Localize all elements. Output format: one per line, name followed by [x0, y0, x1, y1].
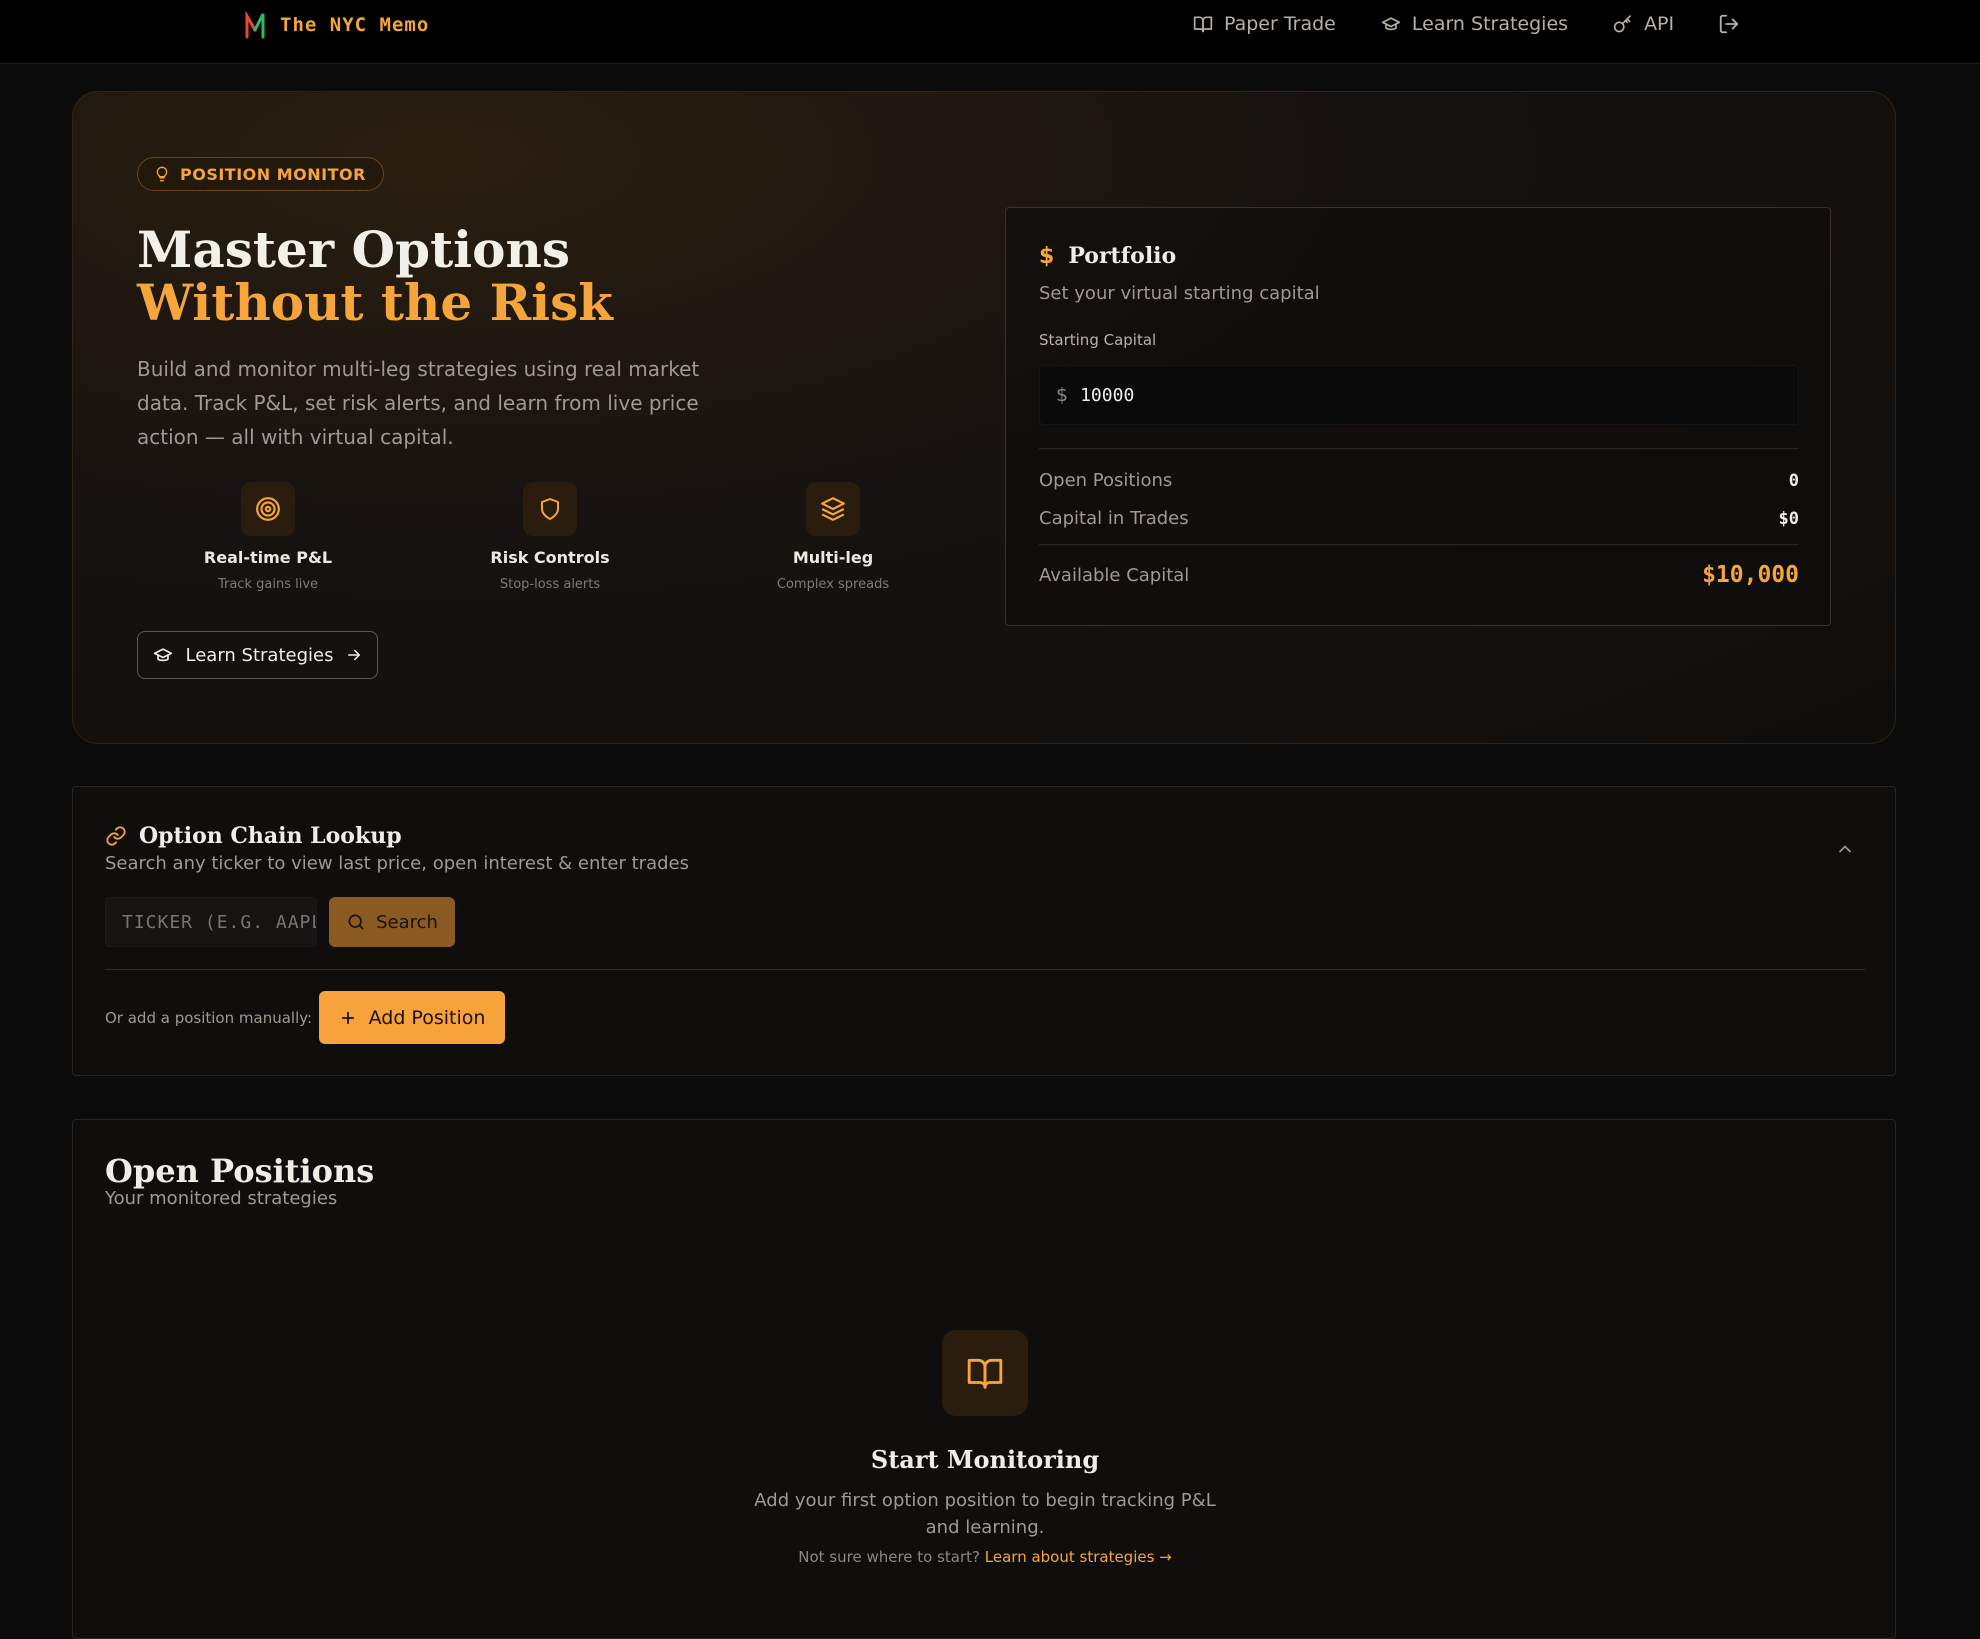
open-positions-value: 0: [1788, 470, 1799, 491]
starting-capital-field[interactable]: $: [1039, 365, 1799, 425]
nav-links: Paper Trade Learn Strategies API: [1192, 10, 1740, 38]
hint-text: Not sure where to start?: [798, 1548, 980, 1566]
empty-state-description: Add your first option position to begin …: [754, 1490, 1216, 1538]
available-capital-row: Available Capital $10,000: [1039, 562, 1799, 588]
open-positions-card: Open Positions Your monitored strategies…: [72, 1119, 1896, 1639]
nav-learn-strategies[interactable]: Learn Strategies: [1380, 10, 1568, 38]
top-nav: The NYC Memo Paper Trade Learn Strategie…: [0, 0, 1980, 64]
currency-symbol: $: [1056, 384, 1069, 406]
link-icon: [106, 826, 126, 846]
learn-strategies-label: Learn Strategies: [185, 644, 334, 666]
logo-icon: [245, 10, 265, 39]
option-chain-subtitle: Search any ticker to view last price, op…: [105, 853, 689, 874]
feature-title: Real-time P&L: [203, 548, 333, 567]
available-capital-label: Available Capital: [1039, 564, 1190, 586]
portfolio-header: $ Portfolio: [1039, 243, 1176, 269]
hero-card: POSITION MONITOR Master Options Without …: [72, 91, 1896, 744]
option-chain-title: Option Chain Lookup: [139, 823, 402, 849]
empty-state-hint: Not sure where to start? Learn about str…: [73, 1548, 1897, 1566]
hero-title-line1: Master Options: [137, 220, 571, 279]
portfolio-panel: $ Portfolio Set your virtual starting ca…: [1005, 207, 1831, 626]
feature-multi-leg: Multi-leg Complex spreads: [713, 482, 953, 592]
brand-link[interactable]: The NYC Memo: [244, 10, 429, 40]
feature-title: Risk Controls: [490, 548, 610, 567]
open-positions-label: Open Positions: [1039, 470, 1173, 491]
graduation-cap-icon: [153, 648, 172, 662]
capital-in-trades-value: $0: [1778, 508, 1799, 529]
search-button[interactable]: Search: [329, 897, 455, 947]
search-icon: [348, 914, 364, 930]
divider: [1039, 544, 1799, 545]
open-positions-title: Open Positions: [105, 1152, 375, 1190]
shield-icon: [541, 498, 559, 520]
learn-about-strategies-link[interactable]: Learn about strategies →: [985, 1548, 1172, 1566]
nav-learn-strategies-label: Learn Strategies: [1411, 13, 1569, 35]
capital-in-trades-label: Capital in Trades: [1039, 508, 1189, 529]
add-position-button[interactable]: Add Position: [319, 991, 505, 1044]
brand-name: The NYC Memo: [280, 14, 430, 36]
feature-icon-box: [523, 482, 577, 536]
divider: [105, 969, 1865, 970]
graduation-cap-icon: [1381, 17, 1401, 31]
hero-title-line2: Without the Risk: [137, 273, 613, 332]
book-open-icon: [967, 1358, 1003, 1389]
feature-subtitle: Track gains live: [217, 577, 319, 592]
open-positions-subtitle: Your monitored strategies: [105, 1188, 338, 1209]
search-label: Search: [376, 911, 438, 933]
feature-subtitle: Stop-loss alerts: [499, 577, 601, 592]
feature-icon-box: [806, 482, 860, 536]
add-position-label: Add Position: [368, 1006, 486, 1029]
target-icon: [256, 497, 280, 521]
learn-strategies-button[interactable]: Learn Strategies: [137, 631, 378, 679]
position-monitor-badge: POSITION MONITOR: [137, 157, 384, 191]
hero-description: Build and monitor multi-leg strategies u…: [137, 357, 700, 449]
starting-capital-label: Starting Capital: [1039, 331, 1157, 349]
dollar-icon: $: [1039, 243, 1055, 269]
logout-icon: [1719, 14, 1739, 34]
logout-button[interactable]: [1718, 10, 1740, 38]
open-positions-row: Open Positions 0: [1039, 470, 1799, 491]
ticker-input[interactable]: [105, 897, 317, 947]
feature-risk-controls: Risk Controls Stop-loss alerts: [430, 482, 670, 592]
arrow-right-icon: [348, 649, 361, 661]
collapse-button[interactable]: [1835, 839, 1855, 863]
badge-label: POSITION MONITOR: [180, 164, 366, 184]
chevron-up-icon: [1839, 845, 1851, 853]
book-icon: [1193, 16, 1213, 33]
layers-icon: [821, 497, 845, 521]
empty-state-title: Start Monitoring: [870, 1445, 1100, 1474]
starting-capital-input[interactable]: [1080, 384, 1761, 406]
nav-api-label: API: [1644, 13, 1675, 35]
nav-paper-trade[interactable]: Paper Trade: [1192, 10, 1336, 38]
option-chain-card: Option Chain Lookup Search any ticker to…: [72, 786, 1896, 1076]
portfolio-title: Portfolio: [1068, 243, 1177, 269]
lightbulb-icon: [156, 166, 168, 182]
key-icon: [1613, 15, 1631, 33]
nav-paper-trade-label: Paper Trade: [1224, 13, 1336, 35]
portfolio-subtitle: Set your virtual starting capital: [1039, 283, 1320, 304]
option-chain-header: Option Chain Lookup: [105, 823, 402, 849]
available-capital-value: $10,000: [1702, 562, 1799, 588]
empty-state-icon-box: [942, 1330, 1028, 1416]
nav-api[interactable]: API: [1612, 10, 1674, 38]
manual-add-label: Or add a position manually:: [105, 1009, 313, 1027]
feature-icon-box: [241, 482, 295, 536]
feature-subtitle: Complex spreads: [776, 577, 890, 592]
feature-title: Multi-leg: [792, 548, 874, 567]
feature-realtime-pnl: Real-time P&L Track gains live: [148, 482, 388, 592]
plus-icon: [341, 1011, 354, 1024]
capital-in-trades-row: Capital in Trades $0: [1039, 508, 1799, 529]
divider: [1039, 448, 1799, 449]
